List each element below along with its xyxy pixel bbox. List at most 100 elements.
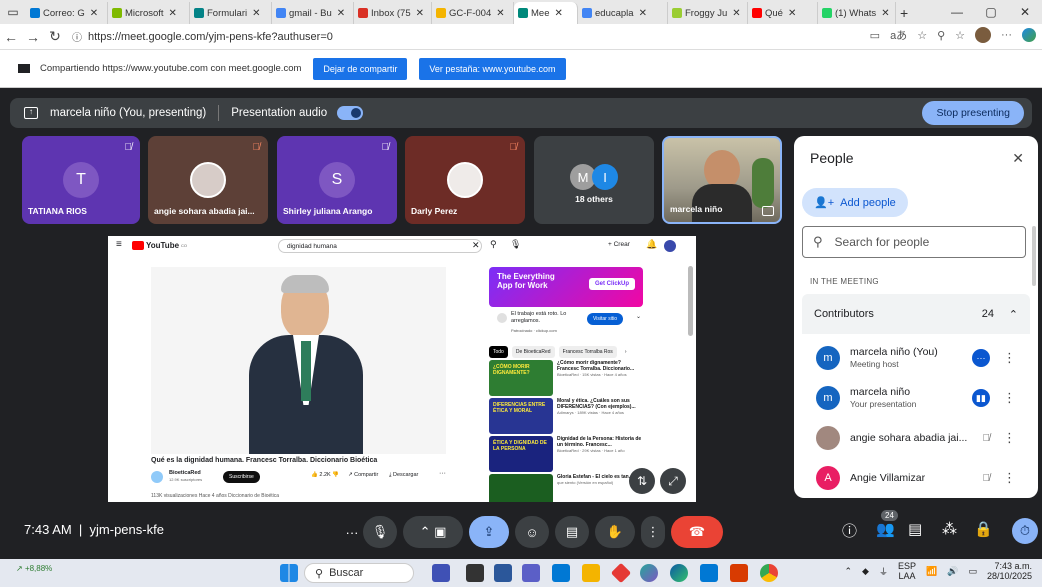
widgets-icon[interactable]: [432, 564, 450, 582]
stop-sharing-button[interactable]: Dejar de compartir: [313, 57, 408, 80]
reading-view-icon[interactable]: ▭: [870, 29, 880, 42]
taskbar-search[interactable]: ⚲ Buscar: [304, 563, 414, 583]
add-people-button[interactable]: 👤+ Add people: [802, 188, 908, 217]
ad-visit-button[interactable]: Visitar sitio: [587, 313, 624, 325]
start-icon[interactable]: [280, 564, 298, 582]
edge-icon[interactable]: [670, 564, 688, 582]
host-controls-icon[interactable]: 🔒: [974, 520, 993, 538]
chip-next-icon[interactable]: ›: [621, 346, 631, 358]
red-app-icon[interactable]: [610, 562, 632, 584]
pip-icon[interactable]: [762, 206, 774, 216]
tray-usb-icon[interactable]: ⏚: [879, 565, 888, 578]
url-field[interactable]: ⓘ https://meet.google.com/yjm-pens-kfe?a…: [72, 29, 333, 45]
close-icon[interactable]: ✕: [1012, 150, 1024, 167]
reload-icon[interactable]: ↻: [44, 28, 66, 45]
emoji-button[interactable]: ☺: [515, 516, 549, 548]
share-button[interactable]: ↗ Compartir: [348, 472, 378, 478]
browser-tab[interactable]: Inbox (75 ✕: [354, 2, 432, 24]
task-view-icon[interactable]: [466, 564, 484, 582]
close-tab-icon[interactable]: ✕: [252, 8, 260, 19]
language-indicator[interactable]: ESP LAA: [898, 561, 916, 581]
copilot-icon[interactable]: [1022, 28, 1036, 42]
raise-hand-button[interactable]: ✋: [595, 516, 635, 548]
chevron-up-icon[interactable]: ⌃: [1009, 308, 1018, 321]
like-button[interactable]: 👍 2.2K 👎: [311, 472, 339, 478]
recommended-video[interactable]: Gloria Estefan - El cielo es tan... que s…: [489, 474, 649, 502]
ad-banner[interactable]: The Everything App for Work Get ClickUp: [489, 267, 643, 307]
close-tab-icon[interactable]: ✕: [554, 8, 562, 19]
search-icon[interactable]: ⚲: [490, 239, 497, 250]
close-tab-icon[interactable]: ✕: [496, 8, 504, 19]
channel-avatar[interactable]: [151, 471, 163, 483]
more-options-button[interactable]: ···: [339, 516, 365, 548]
close-tab-icon[interactable]: ✕: [639, 8, 647, 19]
teams-icon[interactable]: [522, 564, 540, 582]
muted-mic-icon[interactable]: 🎙̸: [983, 433, 991, 444]
close-tab-icon[interactable]: ✕: [169, 8, 177, 19]
participant-row[interactable]: m marcela niño Your presentation ▮▮ ⋮: [802, 378, 1030, 418]
browser-tab[interactable]: GC-F-004 ✕: [432, 2, 514, 24]
taskbar-clock[interactable]: 7:43 a.m. 28/10/2025: [987, 561, 1032, 581]
participant-row[interactable]: m marcela niño (You) Meeting host ··· ⋮: [802, 338, 1030, 378]
file-explorer-icon[interactable]: [582, 564, 600, 582]
video-player[interactable]: [151, 267, 446, 454]
others-tile[interactable]: M I 18 others: [534, 136, 654, 224]
forward-icon[interactable]: →: [22, 29, 44, 45]
close-window-icon[interactable]: ✕: [1008, 0, 1042, 24]
participant-tile[interactable]: 🎙̸ Darly Perez: [405, 136, 525, 224]
people-icon[interactable]: 👥: [876, 520, 895, 538]
more-options-icon[interactable]: ···: [1001, 29, 1012, 41]
participant-more-icon[interactable]: ⋮: [1003, 430, 1016, 446]
avatar[interactable]: [664, 240, 676, 252]
browser-tab[interactable]: Qué ✕: [748, 2, 818, 24]
new-tab-button[interactable]: +: [896, 2, 912, 24]
panel-scrollbar[interactable]: [1032, 226, 1036, 286]
activities-icon[interactable]: ⁂: [942, 520, 957, 538]
ad-cta-button[interactable]: Get ClickUp: [588, 278, 635, 290]
presentation-audio-icon[interactable]: ▮▮: [972, 389, 990, 407]
clear-search-icon[interactable]: ✕: [472, 240, 480, 251]
fullscreen-icon[interactable]: ⤢: [660, 468, 686, 494]
participant-row[interactable]: A Angie Villamizar 🎙̸ ⋮: [802, 458, 1030, 498]
copilot-icon[interactable]: [640, 564, 658, 582]
weather-widget[interactable]: ↗ +8,88%: [16, 564, 52, 573]
participant-row[interactable]: angie sohara abadia jai... 🎙̸ ⋮: [802, 418, 1030, 458]
extensions-icon[interactable]: ⚲: [937, 29, 945, 42]
participant-more-icon[interactable]: ⋮: [1003, 470, 1016, 486]
browser-tab[interactable]: educapla ✕: [578, 2, 668, 24]
participant-tile[interactable]: 🎙̸ T TATIANA RIOS: [22, 136, 140, 224]
close-tab-icon[interactable]: ✕: [337, 8, 345, 19]
outlook-icon[interactable]: [700, 564, 718, 582]
host-options-icon[interactable]: ···: [972, 349, 990, 367]
tray-app-icon[interactable]: ◆: [862, 566, 869, 577]
contributors-header[interactable]: Contributors 24 ⌃: [802, 294, 1030, 334]
wifi-icon[interactable]: 📶: [926, 566, 937, 577]
captions-button[interactable]: ▤: [555, 516, 589, 548]
browser-tab[interactable]: Correo: G ✕: [26, 2, 108, 24]
word-icon[interactable]: [494, 564, 512, 582]
recommended-video[interactable]: ¿CÓMO MORIR DIGNAMENTE? ¿Cómo morir digna…: [489, 360, 649, 396]
back-icon[interactable]: ←: [0, 29, 22, 45]
timer-icon[interactable]: ⏱: [1012, 518, 1038, 544]
read-aloud-button[interactable]: aあ: [890, 27, 907, 43]
present-button[interactable]: ⇪: [469, 516, 509, 548]
volume-icon[interactable]: 🔊: [947, 566, 958, 577]
favorite-star-icon[interactable]: ☆: [917, 29, 927, 42]
tray-chevron-icon[interactable]: ⌃: [845, 566, 853, 577]
participant-tile[interactable]: 🎙̸ S Shirley juliana Arango: [277, 136, 397, 224]
swap-icon[interactable]: ⇅: [629, 468, 655, 494]
close-tab-icon[interactable]: ✕: [788, 8, 796, 19]
recommended-video[interactable]: DIFERENCIAS ENTRE ÉTICA Y MORAL Moral y é…: [489, 398, 649, 434]
create-button[interactable]: + Crear: [608, 241, 630, 248]
download-button[interactable]: ⤓ Descargar: [389, 472, 418, 479]
more-icon[interactable]: ···: [439, 470, 446, 477]
maximize-icon[interactable]: ▢: [974, 0, 1008, 24]
browser-tab[interactable]: Mee ✕: [514, 2, 578, 24]
site-info-icon[interactable]: ⓘ: [72, 29, 82, 44]
presentation-audio-toggle[interactable]: [337, 106, 364, 120]
recommended-video[interactable]: ÉTICA Y DIGNIDAD DE LA PERSONA Dignidad d…: [489, 436, 649, 472]
channel-name[interactable]: BioeticaRed: [169, 470, 201, 476]
chrome-icon[interactable]: [760, 564, 778, 582]
notifications-icon[interactable]: 🔔: [646, 239, 657, 250]
voice-search-icon[interactable]: 🎙: [510, 239, 521, 250]
